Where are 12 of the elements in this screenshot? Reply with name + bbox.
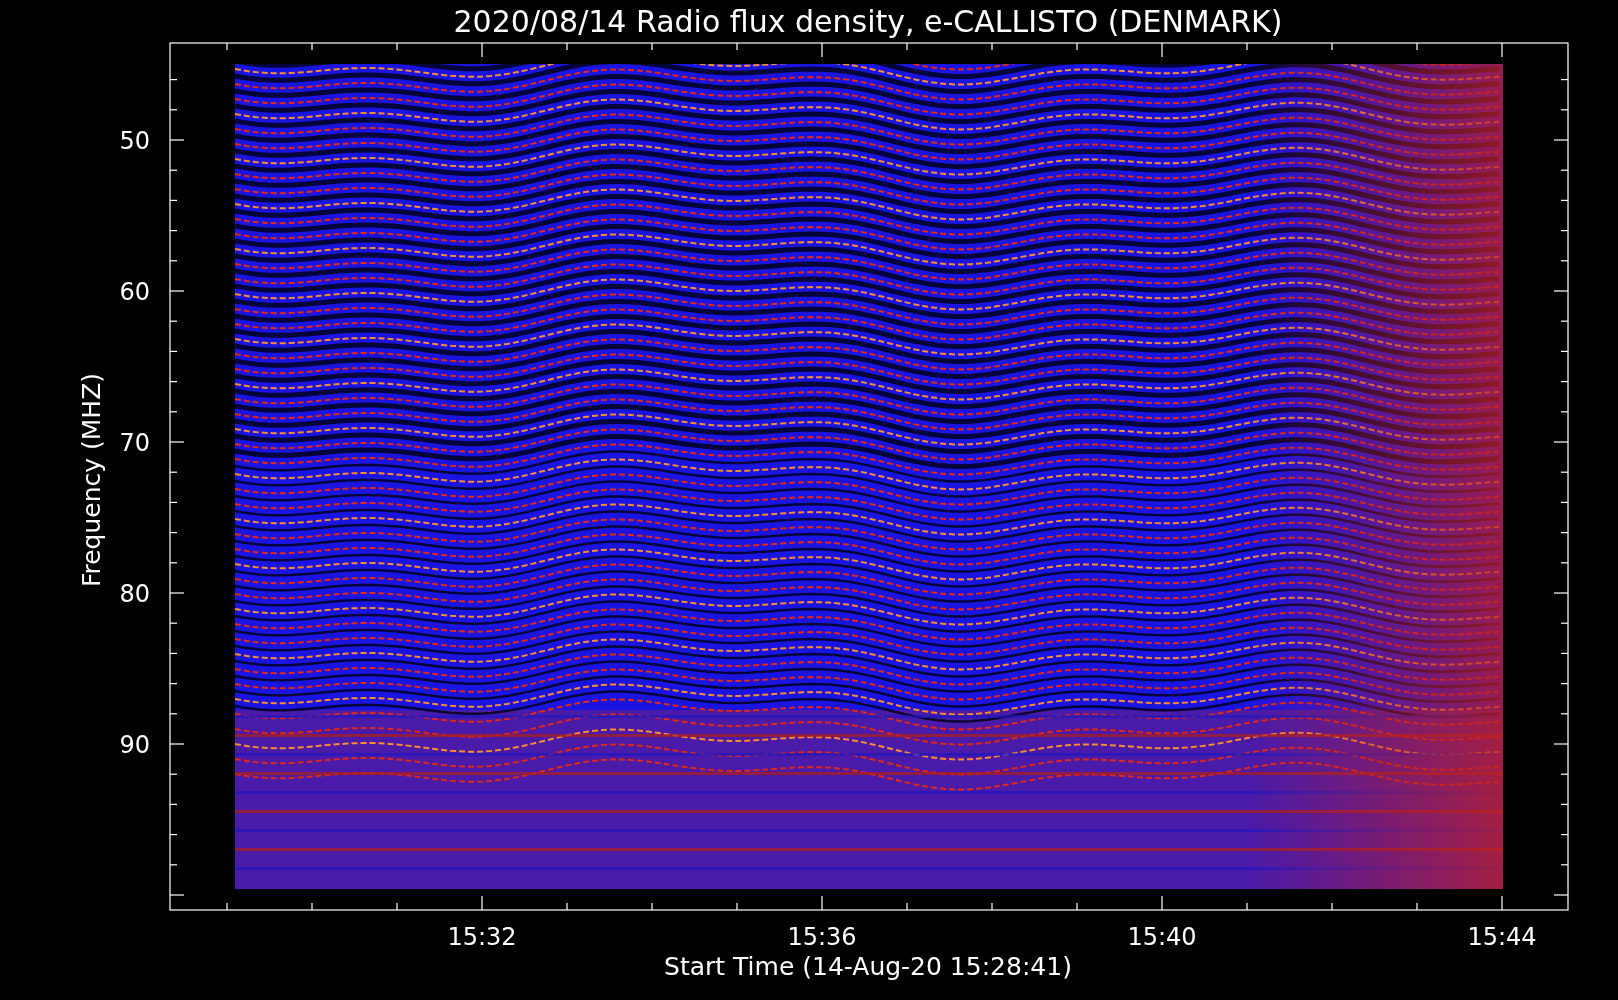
tick-label: 80 xyxy=(119,580,150,608)
tick-label: 70 xyxy=(119,429,150,457)
chart-title: 2020/08/14 Radio flux density, e-CALLISTO (DENMARK) xyxy=(453,4,1283,39)
tick-label: 15:32 xyxy=(447,923,517,951)
tick-label: 15:36 xyxy=(787,923,857,951)
tick-label: 15:44 xyxy=(1467,923,1537,951)
tick-label: 15:40 xyxy=(1127,923,1197,951)
axis-label: Start Time (14-Aug-20 15:28:41) xyxy=(664,952,1072,981)
axis-label: Frequency (MHZ) xyxy=(77,372,106,588)
tick-label: 60 xyxy=(119,278,150,306)
tick-label: 90 xyxy=(119,731,150,759)
tick-label: 50 xyxy=(119,127,150,155)
